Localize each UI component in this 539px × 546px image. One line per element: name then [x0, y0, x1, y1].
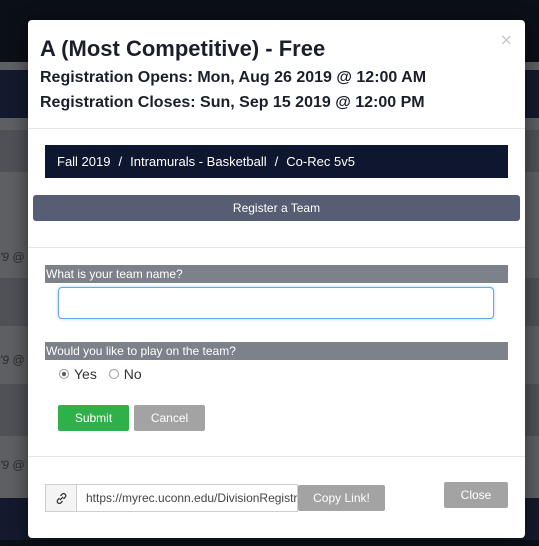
- breadcrumb: Fall 2019 / Intramurals - Basketball / Co-Re…: [45, 145, 508, 178]
- radio-yes-label: Yes: [74, 366, 97, 382]
- backdrop-partial-text: '9 @: [0, 458, 25, 472]
- play-on-team-radio-group: Yes No: [59, 366, 150, 382]
- section-divider: [28, 247, 525, 248]
- modal-title: A (Most Competitive) - Free: [40, 36, 326, 61]
- share-link-field[interactable]: https://myrec.uconn.edu/DivisionRegistra…: [77, 484, 298, 512]
- breadcrumb-item-league[interactable]: Intramurals - Basketball: [130, 154, 267, 169]
- backdrop-footer: [0, 540, 539, 546]
- radio-yes[interactable]: Yes: [59, 366, 97, 382]
- breadcrumb-separator: /: [118, 154, 123, 169]
- radio-no[interactable]: No: [108, 366, 142, 382]
- team-name-label: What is your team name?: [45, 265, 508, 283]
- modal-close-icon[interactable]: ×: [500, 30, 513, 49]
- backdrop-partial-text: '9 @: [0, 250, 25, 264]
- share-link-group: https://myrec.uconn.edu/DivisionRegistra…: [45, 484, 385, 512]
- close-button[interactable]: Close: [444, 482, 508, 508]
- play-on-team-label: Would you like to play on the team?: [45, 342, 508, 360]
- breadcrumb-separator: /: [274, 154, 279, 169]
- backdrop-partial-text: '9 @: [0, 353, 25, 367]
- radio-no-label: No: [123, 366, 142, 382]
- team-name-input[interactable]: [58, 287, 494, 319]
- header-divider: [28, 128, 525, 129]
- registration-opens: Registration Opens: Mon, Aug 26 2019 @ 1…: [40, 69, 427, 86]
- register-team-header: Register a Team: [33, 195, 520, 221]
- breadcrumb-item-term[interactable]: Fall 2019: [57, 154, 110, 169]
- registration-closes: Registration Closes: Sun, Sep 15 2019 @ …: [40, 94, 425, 111]
- footer-divider: [28, 456, 525, 457]
- submit-button[interactable]: Submit: [58, 405, 129, 431]
- cancel-button[interactable]: Cancel: [134, 405, 205, 431]
- link-icon: [45, 484, 77, 512]
- registration-modal: × A (Most Competitive) - Free Registrati…: [28, 20, 525, 538]
- copy-link-button[interactable]: Copy Link!: [298, 485, 385, 511]
- radio-no-button[interactable]: [108, 369, 119, 379]
- link-icon-svg: [56, 492, 66, 504]
- radio-yes-button[interactable]: [59, 369, 69, 379]
- breadcrumb-item-division: Co-Rec 5v5: [286, 154, 355, 169]
